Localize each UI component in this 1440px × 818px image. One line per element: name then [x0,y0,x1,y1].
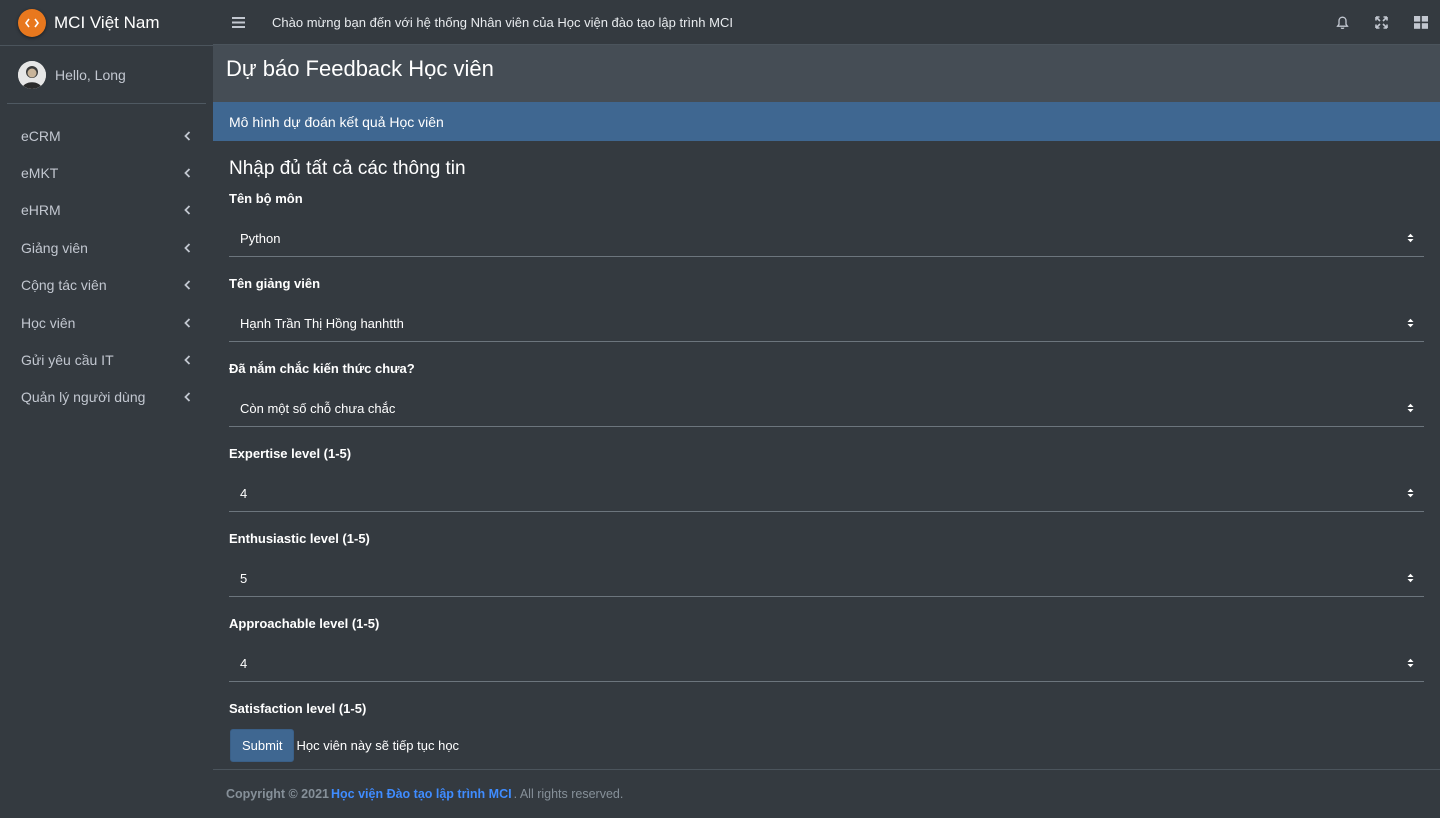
chevron-left-icon [182,168,192,178]
field-enthusiastic: Enthusiastic level (1-5) 5 [229,530,1424,597]
select-value: 4 [240,655,248,671]
sidebar-item-label: Cộng tác viên [21,277,107,294]
select-arrows-icon [1407,488,1414,498]
sidebar-item-giang-vien[interactable]: Giảng viên [0,229,213,266]
card-header: Mô hình dự đoán kết quả Học viên [213,102,1440,141]
sidebar-item-label: eMKT [21,165,59,182]
field-approachable: Approachable level (1-5) 4 [229,615,1424,682]
field-label: Enthusiastic level (1-5) [229,531,370,546]
avatar [18,60,46,89]
main-sidebar: MCI Việt Nam Hello, Long eCRM eMKT eHRM … [0,0,213,818]
field-subject: Tên bộ môn Python [229,190,1424,257]
footer-suffix: . All rights reserved. [513,787,624,801]
field-knowledge: Đã nắm chắc kiến thức chưa? Còn một số c… [229,360,1424,427]
submit-row: Submit Học viên này sẽ tiếp tục học [213,722,1440,770]
field-label: Satisfaction level (1-5) [229,701,367,716]
select-value: 5 [240,570,248,586]
sidebar-item-ecrm[interactable]: eCRM [0,117,213,154]
sidebar-item-label: Quản lý người dùng [21,389,146,406]
select-value: Hạnh Trần Thị Hồng hanhtth [240,315,404,331]
user-greeting: Hello, Long [55,66,126,83]
sidebar-item-label: Gửi yêu cầu IT [21,352,114,369]
sidebar-item-label: Học viên [21,314,76,331]
select-arrows-icon [1407,573,1414,583]
user-panel[interactable]: Hello, Long [7,46,206,104]
field-label: Tên bộ môn [229,191,303,206]
sidebar-item-ehrm[interactable]: eHRM [0,192,213,229]
field-label: Đã nắm chắc kiến thức chưa? [229,361,415,376]
content-header: Dự báo Feedback Học viên [213,45,1440,102]
select-arrows-icon [1407,233,1414,243]
field-label: Expertise level (1-5) [229,446,352,461]
grid-icon[interactable] [1401,0,1440,45]
expand-icon[interactable] [1362,0,1401,45]
chevron-left-icon [182,243,192,253]
field-lecturer: Tên giảng viên Hạnh Trần Thị Hồng hanhtt… [229,275,1424,342]
prediction-card: Mô hình dự đoán kết quả Học viên Nhập đủ… [213,102,1440,767]
form-title: Nhập đủ tất cả các thông tin [229,158,466,179]
code-brackets-icon [18,8,46,37]
select-value: 4 [240,485,248,501]
chevron-left-icon [182,318,192,328]
sidebar-item-emkt[interactable]: eMKT [0,154,213,191]
field-label: Approachable level (1-5) [229,616,380,631]
enthusiastic-select[interactable]: 5 [229,560,1424,597]
chevron-left-icon [182,355,192,365]
chevron-left-icon [182,205,192,216]
sidebar-item-cong-tac-vien[interactable]: Cộng tác viên [0,267,213,304]
sidebar-nav: eCRM eMKT eHRM Giảng viên Cộng tác viên … [0,117,213,416]
select-arrows-icon [1407,658,1414,668]
field-expertise: Expertise level (1-5) 4 [229,445,1424,512]
sidebar-item-label: eHRM [21,202,61,219]
sidebar-item-hoc-vien[interactable]: Học viên [0,304,213,341]
bell-icon[interactable] [1323,0,1362,45]
chevron-left-icon [182,131,192,141]
sidebar-item-label: eCRM [21,127,61,144]
select-arrows-icon [1407,318,1414,328]
select-value: Python [240,230,281,246]
select-arrows-icon [1407,403,1414,413]
navbar-right-icons [1323,0,1440,45]
top-navbar: Chào mừng bạn đến với hệ thống Nhân viên… [213,0,1440,45]
page-title: Dự báo Feedback Học viên [226,56,494,81]
chevron-left-icon [182,280,192,290]
brand-name: MCI Việt Nam [54,12,160,32]
submit-button[interactable]: Submit [230,729,295,762]
main-footer: Copyright © 2021 Học viện Đào tạo lập tr… [213,770,1440,818]
expertise-select[interactable]: 4 [229,475,1424,512]
sidebar-item-gui-yeu-cau-it[interactable]: Gửi yêu cầu IT [0,341,213,378]
subject-select[interactable]: Python [229,220,1424,257]
lecturer-select[interactable]: Hạnh Trần Thị Hồng hanhtth [229,305,1424,342]
approachable-select[interactable]: 4 [229,645,1424,682]
footer-copyright: Copyright © 2021 [226,787,329,801]
prediction-result: Học viên này sẽ tiếp tục học [296,738,460,753]
footer-link[interactable]: Học viện Đào tạo lập trình MCI [331,787,512,801]
field-label: Tên giảng viên [229,276,321,291]
knowledge-select[interactable]: Còn một số chỗ chưa chắc [229,390,1424,427]
hamburger-icon[interactable] [213,0,263,45]
select-value: Còn một số chỗ chưa chắc [240,400,396,416]
brand-link[interactable]: MCI Việt Nam [0,0,213,46]
welcome-text: Chào mừng bạn đến với hệ thống Nhân viên… [272,14,733,30]
card-body: Nhập đủ tất cả các thông tin Tên bộ môn … [213,158,1440,767]
sidebar-item-label: Giảng viên [21,239,88,256]
chevron-left-icon [182,392,192,403]
sidebar-item-quan-ly-nguoi-dung[interactable]: Quản lý người dùng [0,379,213,416]
